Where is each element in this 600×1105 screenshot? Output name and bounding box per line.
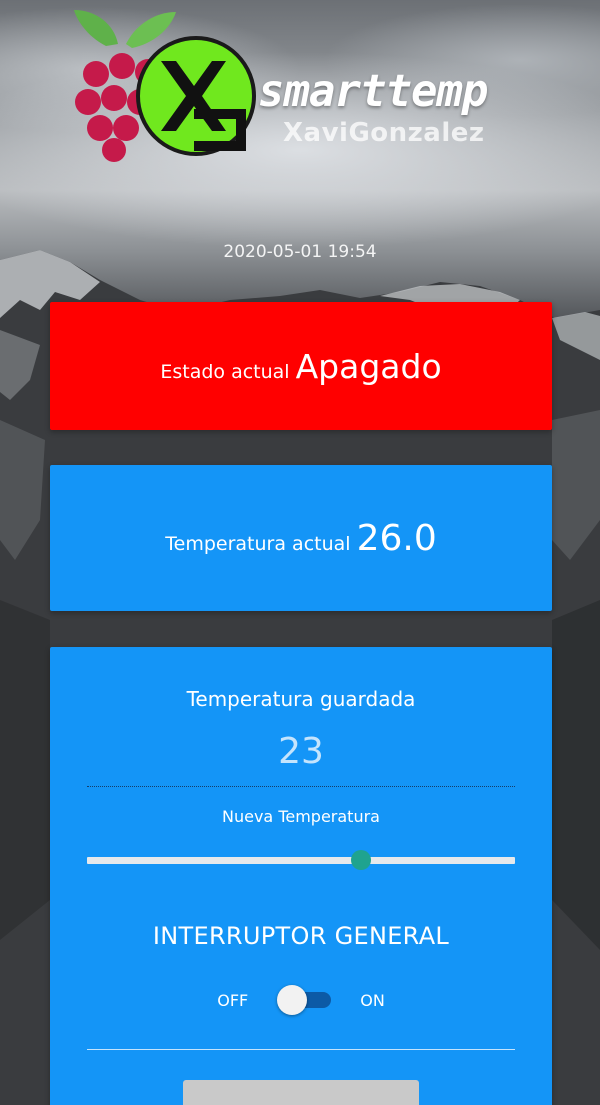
main-switch-title: INTERRUPTOR GENERAL <box>152 922 450 950</box>
temperature-label: Temperatura actual <box>165 532 351 555</box>
section-divider <box>87 1049 515 1050</box>
main-switch-toggle[interactable] <box>277 985 332 1015</box>
toggle-knob <box>277 985 308 1015</box>
status-value: Apagado <box>295 346 442 386</box>
switch-off-label: OFF <box>217 990 249 1010</box>
app-logo <box>66 6 256 166</box>
slider-thumb[interactable] <box>350 850 371 870</box>
status-label: Estado actual <box>160 360 290 383</box>
brand-title: smarttemp <box>258 66 488 117</box>
switch-on-label: ON <box>360 990 385 1010</box>
main-switch-row: OFF ON <box>50 985 552 1015</box>
submit-button[interactable] <box>183 1080 419 1105</box>
current-datetime: 2020-05-01 19:54 <box>223 242 377 262</box>
control-card: Temperatura guardada 23 Nueva Temperatur… <box>50 647 552 1105</box>
temperature-card: Temperatura actual 26.0 <box>50 465 552 611</box>
temperature-slider[interactable] <box>87 850 515 870</box>
saved-temperature-value: 23 <box>278 731 324 772</box>
saved-temperature-label: Temperatura guardada <box>186 687 416 711</box>
status-card: Estado actual Apagado <box>50 302 552 430</box>
temperature-value: 26.0 <box>356 517 437 559</box>
author-name: XaviGonzalez <box>283 118 485 148</box>
dotted-divider <box>87 786 515 787</box>
new-temperature-label: Nueva Temperatura <box>222 807 380 826</box>
